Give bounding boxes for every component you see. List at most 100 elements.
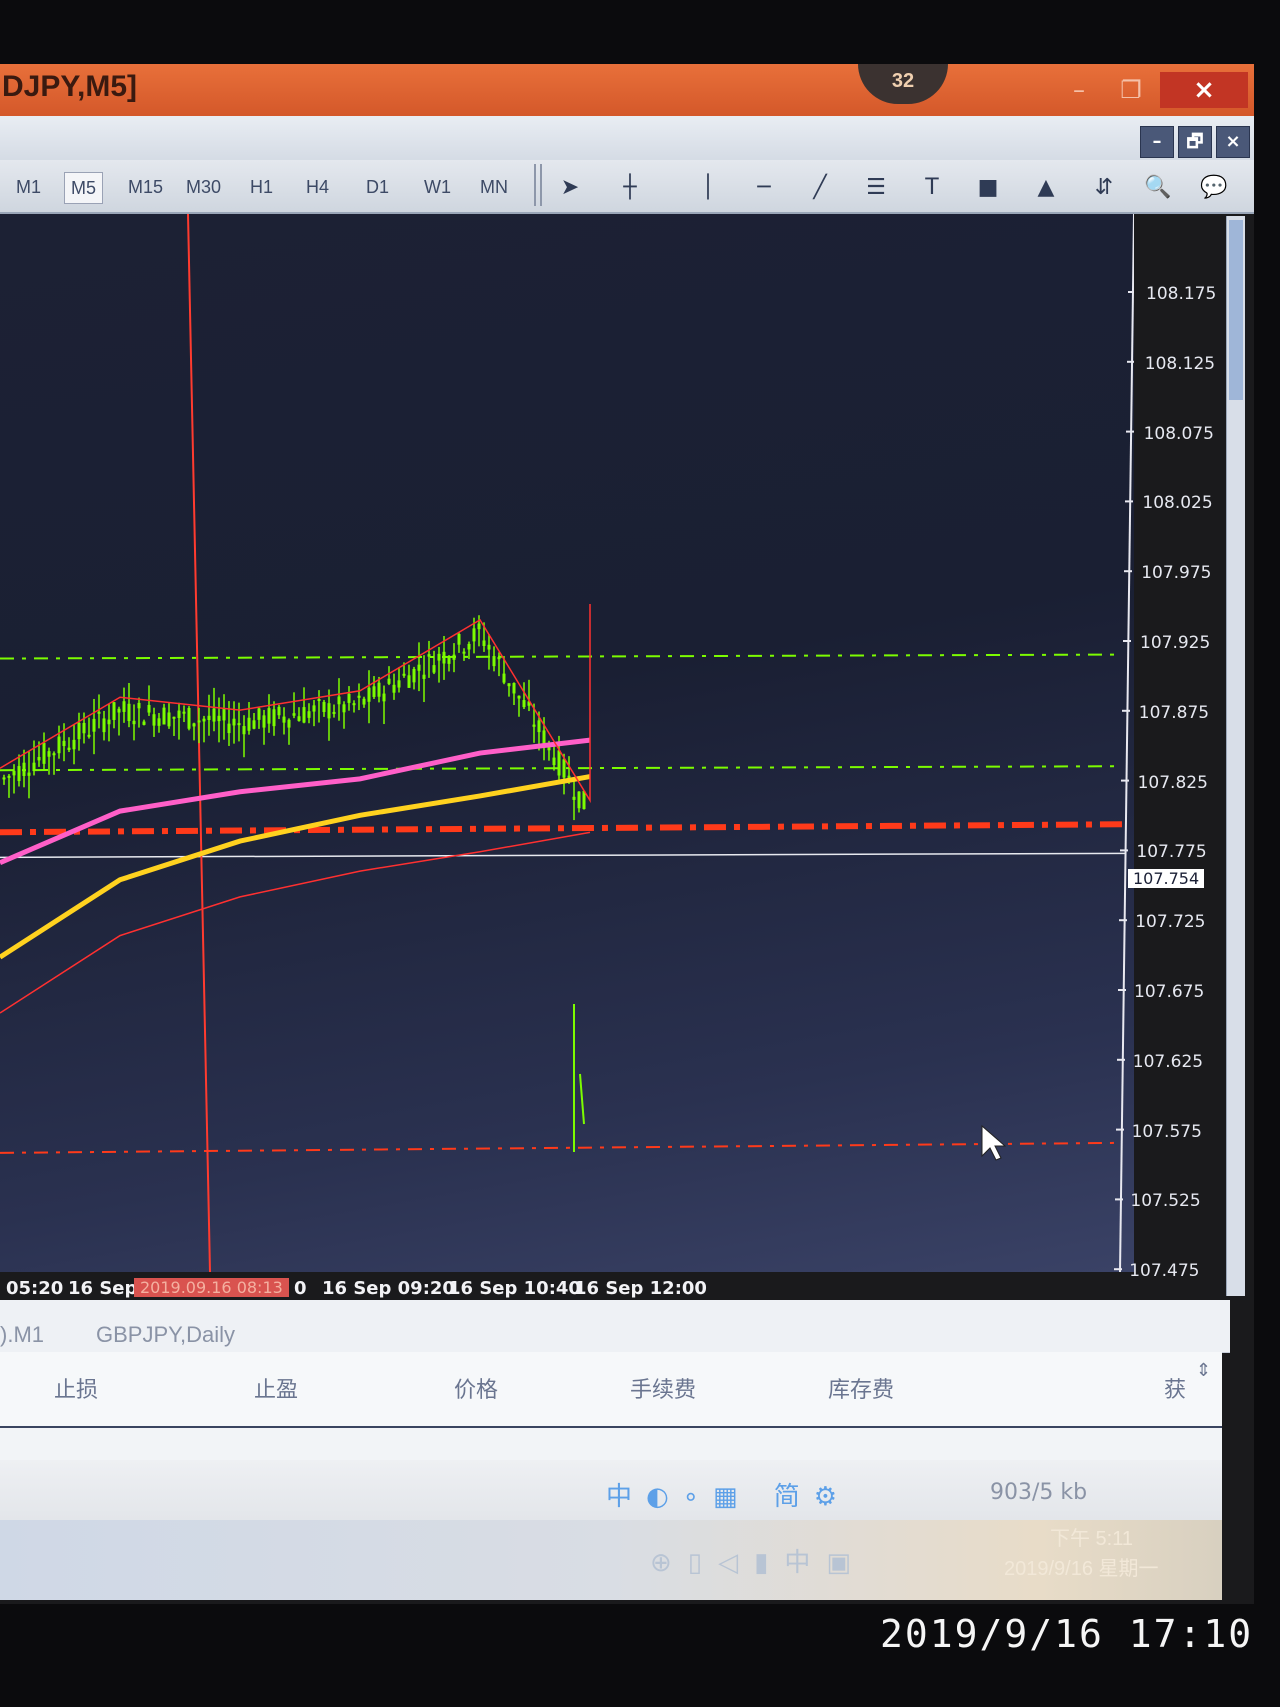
scroll-arrows-icon[interactable]: ⇕ (1196, 1360, 1211, 1381)
chat-icon[interactable]: 💬 (1196, 170, 1232, 206)
chart-minimize-button[interactable]: – (1140, 126, 1174, 158)
rectangle-icon[interactable]: ■ (970, 170, 1006, 206)
system-clock-date[interactable]: 2019/9/16 星期一 (1004, 1552, 1159, 1581)
candlestick-body (407, 675, 411, 688)
candlestick-body (257, 708, 261, 720)
ime-toolbar-icons[interactable]: 中◐∘▦ 简⚙ (606, 1476, 851, 1513)
candlestick-body (502, 673, 506, 683)
arrows-icon[interactable]: ⇵ (1086, 170, 1122, 206)
candlestick-body (182, 711, 186, 714)
candlestick-body (402, 673, 406, 676)
column-commission[interactable]: 手续费 (630, 1372, 696, 1404)
minimize-button[interactable]: – (1056, 72, 1102, 108)
zoom-icon[interactable]: 🔍 (1140, 170, 1176, 206)
price-axis-label: 107.775 (1136, 842, 1207, 863)
price-axis-label: 107.625 (1132, 1051, 1204, 1072)
candlestick-body (482, 640, 486, 646)
tab-chart-m1[interactable]: ).M1 (0, 1322, 44, 1348)
column-take-profit[interactable]: 止盈 (254, 1372, 298, 1404)
candlestick-body (202, 718, 206, 722)
toolbar-separator (534, 164, 542, 206)
system-tray-icons[interactable]: ⊕▯◁▮中▣ (650, 1542, 867, 1579)
candlestick-body (207, 715, 211, 720)
candlestick-body (137, 702, 141, 709)
candlestick-body (382, 693, 386, 702)
timeframe-w1[interactable]: W1 (418, 172, 457, 202)
candlestick-body (22, 762, 26, 776)
candlestick-body (457, 633, 461, 645)
chart-canvas (0, 214, 1134, 1272)
candlestick-body (97, 711, 101, 714)
chart-close-button[interactable]: × (1216, 126, 1250, 158)
close-button[interactable]: × (1160, 72, 1248, 108)
candlestick-body (197, 720, 201, 723)
price-axis-label: 107.825 (1137, 772, 1208, 793)
candlestick-body (372, 686, 376, 697)
timeframe-h1[interactable]: H1 (244, 172, 279, 202)
timeframe-mn[interactable]: MN (474, 172, 514, 202)
timeframe-d1[interactable]: D1 (360, 172, 395, 202)
text-tool-icon[interactable]: T (914, 170, 950, 206)
candlestick-body (442, 651, 446, 664)
candlestick-body (357, 695, 361, 698)
candlestick-body (212, 708, 216, 722)
price-axis-label: 107.675 (1134, 982, 1205, 1002)
candlestick-body (312, 705, 316, 712)
candlestick-body (552, 757, 556, 766)
candlestick-body (157, 718, 161, 726)
candlestick-body (397, 680, 401, 688)
timeframe-m15[interactable]: M15 (122, 172, 169, 202)
price-axis-label: 108.075 (1143, 423, 1214, 444)
maximize-button[interactable]: ❐ (1108, 72, 1154, 108)
candlestick-body (2, 777, 6, 780)
horizontal-line-icon[interactable]: ─ (746, 170, 782, 206)
trendline-icon[interactable]: ╱ (802, 170, 838, 206)
candlestick-body (72, 739, 76, 750)
tab-gbpjpy-daily[interactable]: GBPJPY,Daily (96, 1322, 235, 1348)
candlestick-body (142, 721, 146, 725)
candlestick-body (167, 712, 171, 727)
triangle-icon[interactable]: ▲ (1028, 170, 1064, 206)
candlestick-body (112, 702, 116, 720)
candlestick-body (47, 751, 51, 757)
bollinger-upper-band (0, 604, 591, 804)
candlestick-body (32, 762, 36, 772)
candlestick-body (17, 766, 21, 782)
vertical-line-icon[interactable]: │ (690, 170, 726, 206)
column-swap[interactable]: 库存费 (828, 1372, 894, 1404)
candlestick-body (412, 668, 416, 683)
cursor-tool-icon[interactable]: ➤ (552, 170, 588, 206)
mdi-bar (0, 116, 1254, 166)
candlestick-body (437, 653, 441, 661)
timeframe-m30[interactable]: M30 (180, 172, 227, 202)
price-axis-label: 107.475 (1129, 1261, 1200, 1282)
price-chart[interactable] (0, 214, 1134, 1272)
crosshair-icon[interactable]: ┼ (612, 170, 648, 206)
column-price[interactable]: 价格 (454, 1372, 498, 1404)
timeframe-m1[interactable]: M1 (10, 172, 47, 202)
price-axis-label: 107.725 (1135, 912, 1206, 933)
system-clock-time[interactable]: 下午 5:11 (1050, 1522, 1133, 1551)
candlestick-body (82, 722, 86, 734)
candlestick-body (497, 656, 501, 660)
time-label: 16 Sep (68, 1278, 138, 1299)
timeframe-h4[interactable]: H4 (300, 172, 335, 202)
candlestick-body (287, 719, 291, 728)
candlestick-body (7, 775, 11, 778)
timeframe-m5[interactable]: M5 (64, 172, 104, 204)
price-axis-label: 108.025 (1142, 493, 1213, 514)
fibonacci-icon[interactable]: ☰ (858, 170, 894, 206)
candlestick-body (532, 724, 536, 727)
scrollbar-thumb[interactable] (1229, 220, 1243, 400)
candlestick-body (102, 718, 106, 733)
price-axis-label: 107.575 (1131, 1121, 1202, 1142)
column-profit[interactable]: 获 (1164, 1372, 1186, 1404)
candlestick-body (187, 707, 191, 729)
chart-scrollbar[interactable] (1226, 216, 1245, 1296)
candlestick-body (422, 674, 426, 679)
candlestick-body (462, 651, 466, 654)
price-axis-label: 107.925 (1140, 633, 1211, 653)
chart-right-border (1119, 214, 1134, 1272)
column-stop-loss[interactable]: 止损 (54, 1372, 98, 1404)
chart-restore-button[interactable]: 🗗 (1178, 126, 1212, 158)
